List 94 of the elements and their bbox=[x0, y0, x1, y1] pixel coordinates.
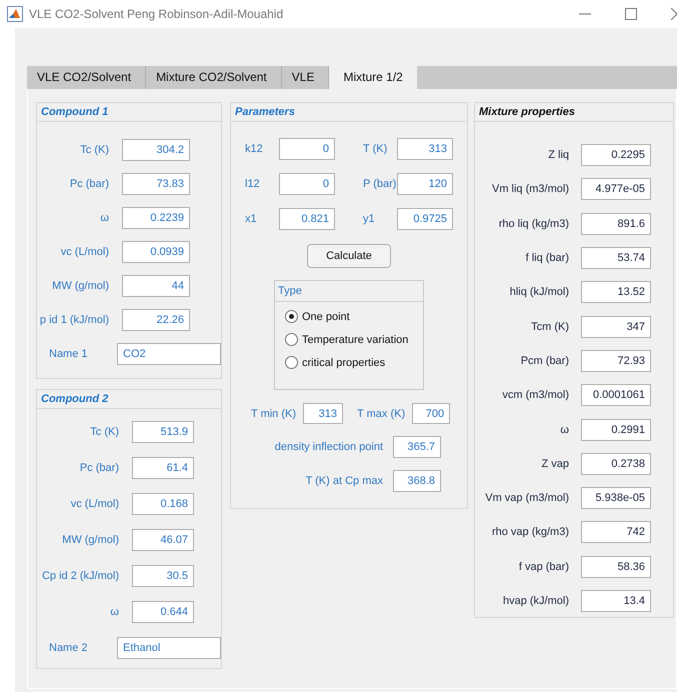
field-label: vc (L/mol) bbox=[60, 246, 109, 258]
input-field[interactable]: 0.0939 bbox=[122, 241, 190, 263]
input-field[interactable]: 0.168 bbox=[132, 493, 194, 515]
input-field[interactable]: 313 bbox=[303, 403, 344, 424]
field-label: Z vap bbox=[540, 458, 569, 470]
field-label: hvap (kJ/mol) bbox=[502, 595, 569, 607]
input-field[interactable]: 5.938e-05 bbox=[581, 487, 651, 510]
field-label: Cp id 2 (kJ/mol) bbox=[40, 570, 119, 582]
field-label: rho vap (kg/m3) bbox=[490, 526, 569, 538]
field-label: Pc (bar) bbox=[68, 178, 109, 190]
input-field[interactable]: 0.821 bbox=[279, 208, 335, 230]
field-label: ω bbox=[109, 606, 119, 618]
input-field[interactable]: 0.2295 bbox=[581, 144, 651, 166]
radio-label[interactable]: One point bbox=[302, 310, 350, 322]
input-field[interactable]: Ethanol bbox=[117, 637, 221, 659]
input-field[interactable]: 700 bbox=[412, 403, 450, 424]
input-field[interactable]: 120 bbox=[397, 173, 453, 195]
input-field[interactable]: 4.977e-05 bbox=[581, 178, 651, 200]
field-label: p id 1 (kJ/mol) bbox=[38, 314, 109, 326]
input-field[interactable]: 46.07 bbox=[132, 529, 194, 551]
input-field[interactable]: 0.9725 bbox=[397, 208, 453, 230]
input-field[interactable]: 365.7 bbox=[393, 436, 441, 458]
field-label: Tcm (K) bbox=[530, 320, 569, 333]
input-field[interactable]: 891.6 bbox=[581, 212, 651, 235]
maximize-icon[interactable] bbox=[625, 8, 637, 20]
radio-button[interactable] bbox=[285, 310, 298, 323]
input-field[interactable]: 13.52 bbox=[581, 281, 651, 304]
tab[interactable]: VLE CO2/Solvent bbox=[27, 66, 146, 89]
radio-button[interactable] bbox=[285, 333, 298, 346]
field-label: P (bar) bbox=[363, 178, 397, 190]
input-field[interactable]: 30.5 bbox=[132, 565, 194, 587]
field-label: MW (g/mol) bbox=[61, 534, 119, 546]
input-field[interactable]: 61.4 bbox=[132, 457, 194, 479]
field-label: Name 1 bbox=[49, 348, 89, 360]
input-field[interactable]: 513.9 bbox=[132, 421, 194, 443]
panel-title: Parameters bbox=[231, 103, 467, 122]
input-field[interactable]: CO2 bbox=[117, 343, 221, 365]
input-field[interactable]: 0.2239 bbox=[122, 207, 190, 229]
input-field[interactable]: 0 bbox=[279, 138, 335, 160]
panel-title: Compound 1 bbox=[37, 103, 221, 122]
tab[interactable]: Mixture CO2/Solvent bbox=[146, 66, 282, 89]
calculate-button[interactable]: Calculate bbox=[307, 244, 391, 268]
radio-label[interactable]: critical properties bbox=[302, 356, 386, 368]
input-field[interactable]: 72.93 bbox=[581, 350, 651, 372]
field-label: l12 bbox=[245, 178, 261, 190]
input-field[interactable]: 0.2738 bbox=[581, 452, 651, 475]
input-field[interactable]: 304.2 bbox=[122, 139, 190, 161]
field-label: k12 bbox=[245, 143, 264, 155]
field-label: Z liq bbox=[547, 149, 569, 162]
group-title: Type bbox=[275, 281, 423, 302]
field-label: Pcm (bar) bbox=[520, 354, 569, 367]
field-label: f vap (bar) bbox=[518, 560, 569, 573]
input-field[interactable]: 0.644 bbox=[132, 601, 194, 623]
field-label: Vm liq (m3/mol) bbox=[490, 183, 569, 196]
field-label: Vm vap (m3/mol) bbox=[484, 492, 569, 504]
field-label: T (K) at Cp max bbox=[306, 475, 383, 487]
field-label: vc (L/mol) bbox=[70, 498, 119, 510]
input-field[interactable]: 368.8 bbox=[393, 470, 441, 492]
tab[interactable]: Mixture 1/2 bbox=[329, 66, 417, 89]
field-label: Pc (bar) bbox=[78, 462, 119, 474]
field-label: T max (K) bbox=[357, 408, 406, 420]
field-label: f liq (bar) bbox=[524, 252, 569, 264]
field-label: T min (K) bbox=[251, 408, 296, 420]
radio-button[interactable] bbox=[285, 356, 298, 369]
input-field[interactable]: 0.0001061 bbox=[581, 384, 651, 406]
panel-title: Mixture properties bbox=[475, 103, 673, 122]
field-label: Name 2 bbox=[49, 642, 89, 654]
field-label: y1 bbox=[363, 213, 376, 225]
field-label: hliq (kJ/mol) bbox=[508, 286, 569, 298]
app-logo-icon bbox=[7, 6, 23, 22]
input-field[interactable]: 742 bbox=[581, 521, 651, 544]
input-field[interactable]: 347 bbox=[581, 316, 651, 338]
field-label: Tc (K) bbox=[89, 426, 119, 438]
field-label: T (K) bbox=[363, 143, 388, 155]
input-field[interactable]: 313 bbox=[397, 138, 453, 160]
field-label: MW (g/mol) bbox=[51, 280, 109, 292]
field-label: rho liq (kg/m3) bbox=[498, 218, 569, 230]
field-label: Tc (K) bbox=[79, 144, 109, 156]
field-label: ω bbox=[99, 212, 109, 224]
window-title: VLE CO2-Solvent Peng Robinson-Adil-Mouahid bbox=[29, 7, 284, 21]
input-field[interactable]: 53.74 bbox=[581, 247, 651, 270]
input-field[interactable]: 13.4 bbox=[581, 590, 651, 612]
input-field[interactable]: 58.36 bbox=[581, 556, 651, 578]
radio-label[interactable]: Temperature variation bbox=[302, 334, 408, 346]
field-label: ω bbox=[559, 424, 569, 436]
input-field[interactable]: 0.2991 bbox=[581, 418, 651, 441]
input-field[interactable]: 0 bbox=[279, 173, 335, 195]
field-label: vcm (m3/mol) bbox=[501, 389, 569, 402]
input-field[interactable]: 73.83 bbox=[122, 173, 190, 195]
field-label: x1 bbox=[245, 213, 258, 225]
panel-title: Compound 2 bbox=[37, 390, 221, 409]
input-field[interactable]: 44 bbox=[122, 275, 190, 297]
field-label: density inflection point bbox=[274, 441, 383, 453]
input-field[interactable]: 22.26 bbox=[122, 309, 190, 331]
